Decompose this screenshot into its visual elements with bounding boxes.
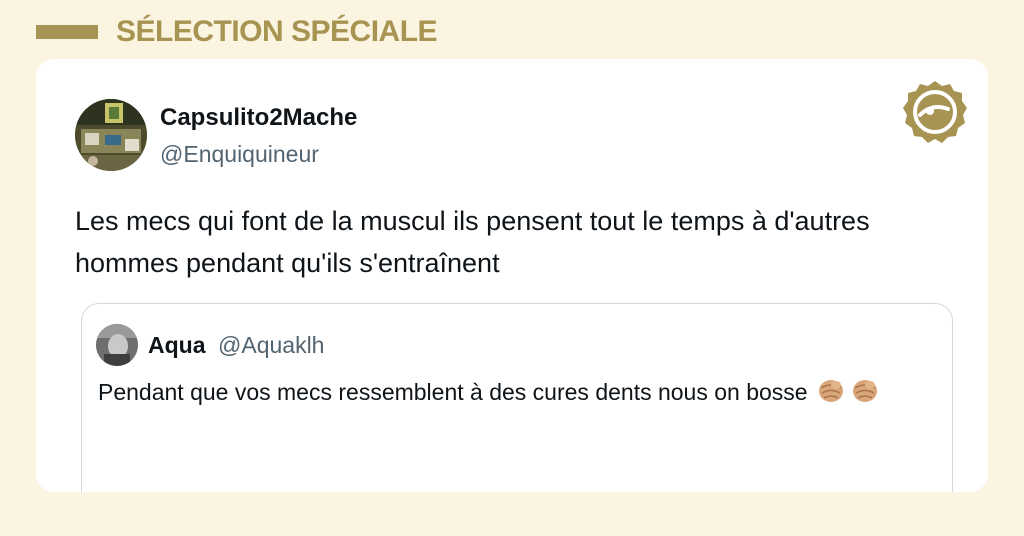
brand-seal-icon bbox=[902, 79, 968, 145]
avatar-image bbox=[75, 99, 147, 171]
quoted-author-display-name[interactable]: Aqua bbox=[148, 331, 206, 359]
quoted-tweet-text-block: Pendant que vos mecs ressemblent à des c… bbox=[98, 374, 918, 415]
emoji-group bbox=[816, 376, 884, 415]
quoted-author-handle[interactable]: @Aquaklh bbox=[218, 331, 324, 359]
pointing-fist-icon bbox=[852, 380, 877, 402]
header-accent-bar bbox=[36, 25, 98, 39]
section-title: SÉLECTION SPÉCIALE bbox=[116, 15, 438, 48]
author-avatar[interactable] bbox=[75, 99, 147, 171]
tweet-text: Les mecs qui font de la muscul ils pense… bbox=[75, 206, 870, 278]
quoted-tweet[interactable]: Aqua @Aquaklh Pendant que vos mecs resse… bbox=[81, 303, 953, 492]
quoted-author-avatar[interactable] bbox=[96, 324, 138, 366]
pointing-fist-icon bbox=[818, 380, 843, 402]
tweet-card: Capsulito2Mache @Enquiquineur Les mecs q… bbox=[36, 59, 988, 492]
quoted-tweet-text: Pendant que vos mecs ressemblent à des c… bbox=[98, 379, 808, 405]
author-display-name[interactable]: Capsulito2Mache bbox=[160, 103, 357, 133]
author-handle[interactable]: @Enquiquineur bbox=[160, 140, 319, 168]
quoted-avatar-image bbox=[96, 324, 138, 366]
